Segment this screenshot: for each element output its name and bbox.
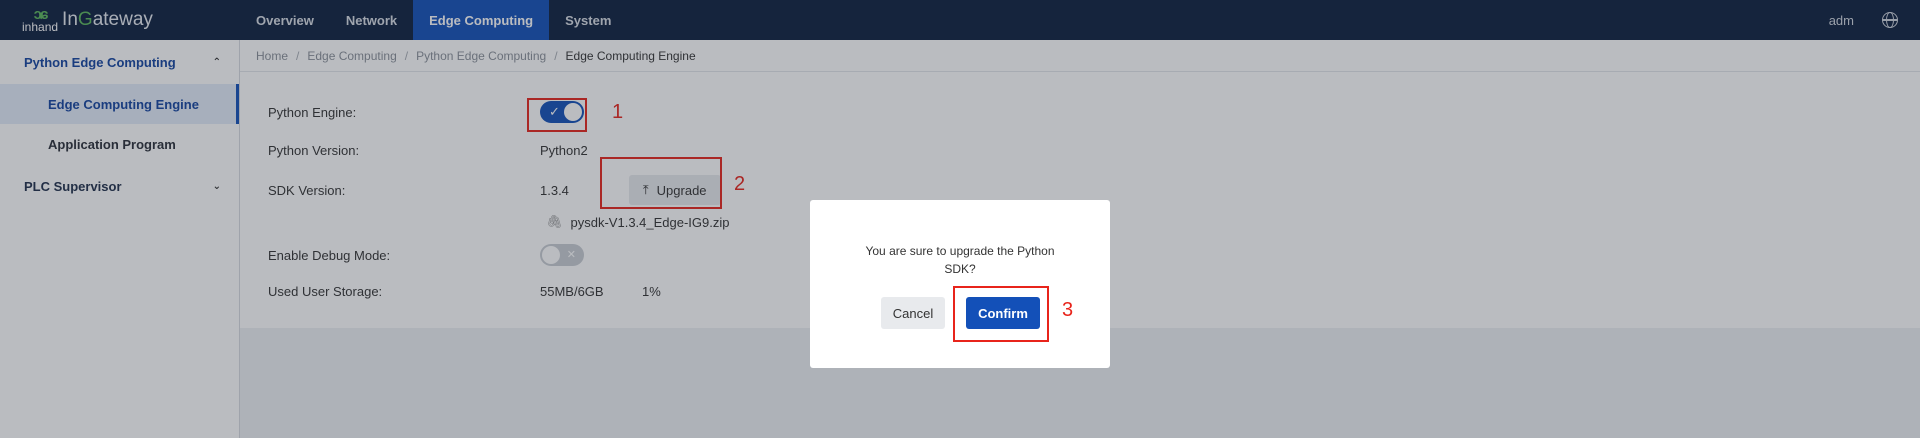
dialog-message: You are sure to upgrade the Python SDK? — [865, 244, 1055, 276]
confirm-dialog: You are sure to upgrade the Python SDK? … — [810, 200, 1110, 368]
annotation-box-3 — [953, 286, 1049, 342]
cancel-button[interactable]: Cancel — [881, 297, 945, 329]
annotation-number-3: 3 — [1062, 299, 1074, 321]
